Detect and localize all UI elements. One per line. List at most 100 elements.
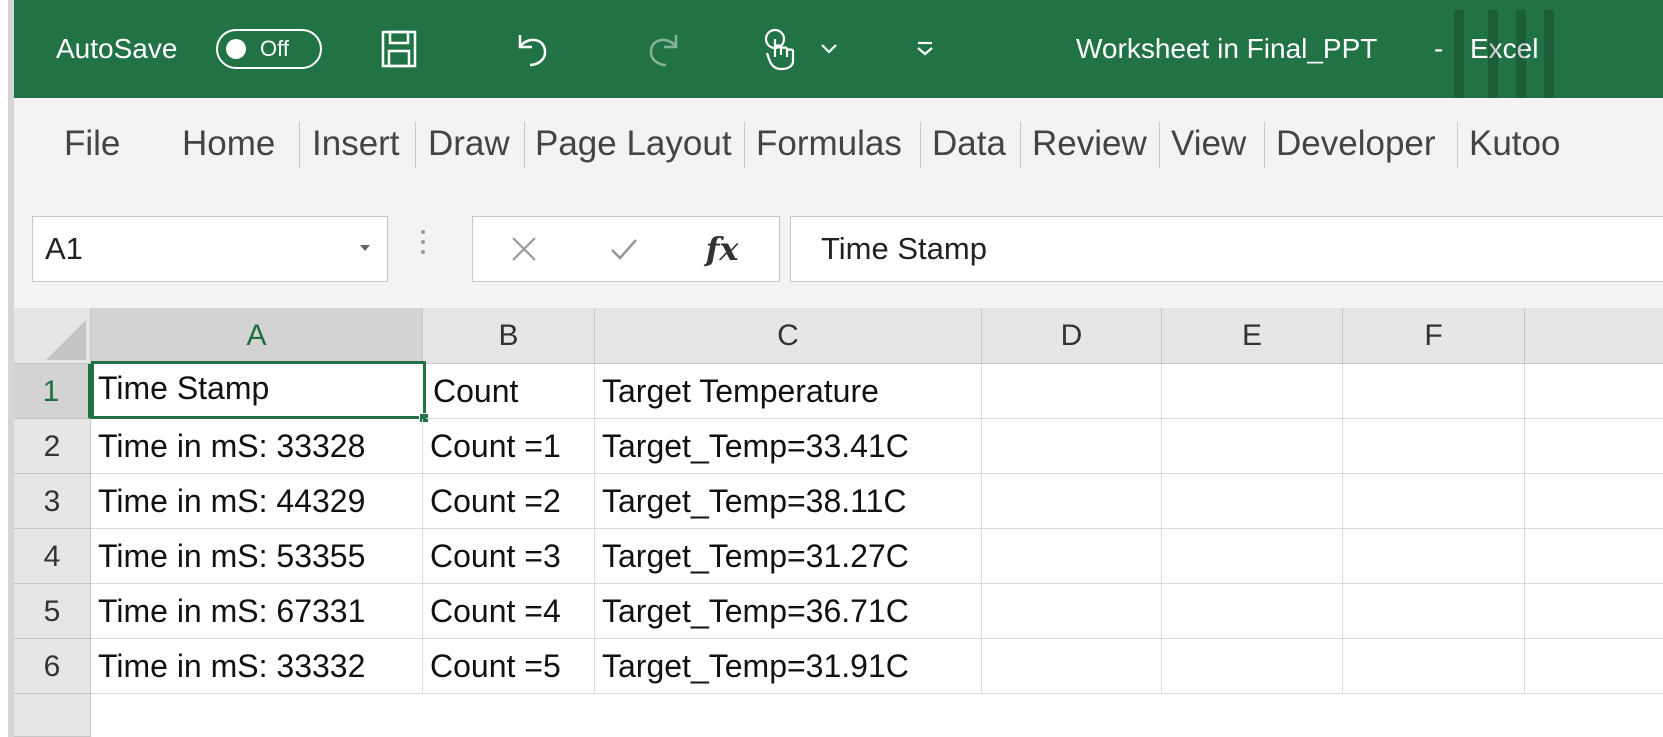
cell-f3[interactable] [1343,474,1525,529]
column-header-f[interactable]: F [1343,308,1525,364]
name-box-value: A1 [45,231,83,266]
select-all-button[interactable] [14,308,91,364]
cell-c4[interactable]: Target_Temp=31.27C [595,529,982,584]
tab-view[interactable]: View [1171,98,1246,190]
undo-icon[interactable] [507,24,557,74]
column-header-e[interactable]: E [1162,308,1343,364]
tab-page-layout[interactable]: Page Layout [535,98,732,190]
insert-function-button[interactable]: fx [697,217,747,281]
redo-icon[interactable] [639,24,689,74]
column-header-partial[interactable] [1525,308,1663,364]
column-header-d[interactable]: D [982,308,1162,364]
autosave-toggle[interactable]: Off [216,29,322,69]
row-header-7[interactable] [14,694,91,737]
tab-formulas[interactable]: Formulas [756,98,902,190]
tab-divider [415,122,416,168]
tab-kutools[interactable]: Kutoo [1469,98,1560,190]
cell-f6[interactable] [1343,639,1525,694]
row-header-6[interactable]: 6 [14,639,91,694]
enter-check-icon[interactable] [599,217,649,281]
cell-b1[interactable]: Count [426,364,595,419]
cell-d6[interactable] [982,639,1162,694]
cell-b5[interactable]: Count =4 [423,584,595,639]
cell-c3[interactable]: Target_Temp=38.11C [595,474,982,529]
tab-developer[interactable]: Developer [1276,98,1436,190]
document-title: Worksheet in Final_PPT [1076,33,1378,64]
chevron-down-icon[interactable] [814,24,844,74]
autosave-label: AutoSave [56,33,178,64]
cancel-icon[interactable] [499,217,549,281]
tab-data[interactable]: Data [932,98,1006,190]
tab-insert[interactable]: Insert [312,98,400,190]
cell-f4[interactable] [1343,529,1525,584]
formula-buttons: fx [472,216,780,282]
row-header-2[interactable]: 2 [14,419,91,474]
tab-divider [524,122,525,168]
save-icon[interactable] [374,24,424,74]
row-header-3[interactable]: 3 [14,474,91,529]
cell-f5[interactable] [1343,584,1525,639]
cell-g4[interactable] [1525,529,1663,584]
cell-e1[interactable] [1162,364,1343,419]
cell-c5[interactable]: Target_Temp=36.71C [595,584,982,639]
column-header-b[interactable]: B [423,308,595,364]
tab-divider [920,122,921,168]
cell-g1[interactable] [1525,364,1663,419]
toggle-knob [226,39,246,59]
cell-a5[interactable]: Time in mS: 67331 [91,584,423,639]
row-header-5[interactable]: 5 [14,584,91,639]
cell-d1[interactable] [982,364,1162,419]
cell-a1[interactable]: Time Stamp [91,361,426,419]
cell-a6[interactable]: Time in mS: 33332 [91,639,423,694]
cell-e6[interactable] [1162,639,1343,694]
row-header-4[interactable]: 4 [14,529,91,584]
formula-value: Time Stamp [821,231,987,266]
touch-mode-icon[interactable] [756,24,806,74]
cell-g3[interactable] [1525,474,1663,529]
cell-e5[interactable] [1162,584,1343,639]
resize-handle[interactable] [420,230,426,270]
tab-draw[interactable]: Draw [428,98,510,190]
tab-file[interactable]: File [64,98,120,190]
cell-g6[interactable] [1525,639,1663,694]
cell-b2[interactable]: Count =1 [423,419,595,474]
cell-c6[interactable]: Target_Temp=31.91C [595,639,982,694]
cell-e4[interactable] [1162,529,1343,584]
cell-b3[interactable]: Count =2 [423,474,595,529]
formula-input[interactable]: Time Stamp [790,216,1663,282]
tab-home[interactable]: Home [182,98,275,190]
cell-a4[interactable]: Time in mS: 53355 [91,529,423,584]
cell-c2[interactable]: Target_Temp=33.41C [595,419,982,474]
name-box[interactable]: A1 [32,216,388,282]
tab-divider [744,122,745,168]
cell-f1[interactable] [1343,364,1525,419]
cell-f2[interactable] [1343,419,1525,474]
formula-bar: A1 fx Time Stamp [14,188,1663,308]
tab-review[interactable]: Review [1032,98,1147,190]
customize-toolbar-icon[interactable] [910,24,940,74]
column-header-a[interactable]: A [91,308,423,364]
title-bar-decoration [1454,10,1564,98]
cell-b4[interactable]: Count =3 [423,529,595,584]
cell-d5[interactable] [982,584,1162,639]
cell-a3[interactable]: Time in mS: 44329 [91,474,423,529]
cell-g2[interactable] [1525,419,1663,474]
spreadsheet-grid: A B C D E F 1 Time Stamp Count Target Te… [14,308,1663,737]
cell-d4[interactable] [982,529,1162,584]
tab-divider [1159,122,1160,168]
cell-g5[interactable] [1525,584,1663,639]
cell-e3[interactable] [1162,474,1343,529]
cell-d3[interactable] [982,474,1162,529]
row-header-1[interactable]: 1 [14,364,91,419]
cell-d2[interactable] [982,419,1162,474]
title-separator: - [1434,33,1444,64]
tab-divider [1020,122,1021,168]
cell-b6[interactable]: Count =5 [423,639,595,694]
ribbon-tab-bar: File Home Insert Draw Page Layout Formul… [14,98,1663,188]
cell-a2[interactable]: Time in mS: 33328 [91,419,423,474]
chevron-down-icon[interactable] [359,239,371,257]
cell-c1[interactable]: Target Temperature [595,364,982,419]
title-bar: AutoSave Off Worksheet in Final_PPT - Ex… [14,0,1663,98]
cell-e2[interactable] [1162,419,1343,474]
column-header-c[interactable]: C [595,308,982,364]
